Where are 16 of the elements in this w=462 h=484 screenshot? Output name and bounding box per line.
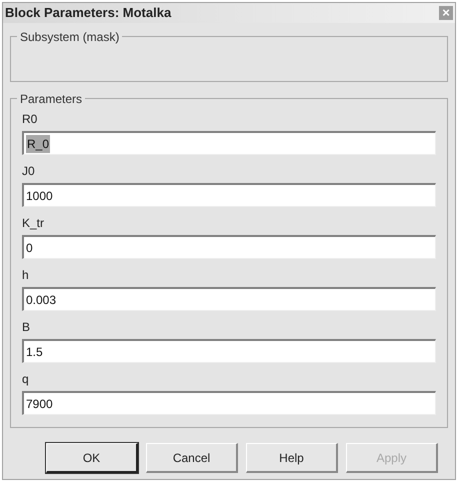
input-field[interactable]: 0 (22, 235, 436, 259)
input-field[interactable]: 0.003 (22, 287, 436, 311)
window-title: Block Parameters: Motalka (5, 4, 172, 22)
parameter-label: R0 (22, 111, 38, 128)
parameter-label: h (22, 267, 30, 284)
dialog-button[interactable]: Cancel (146, 443, 238, 473)
dialog-button[interactable]: Help (246, 443, 338, 473)
parameter-label: K_tr (22, 215, 46, 232)
input-field[interactable]: R_0 (22, 131, 436, 155)
input-field[interactable]: 1000 (22, 183, 436, 207)
input-field[interactable]: 1.5 (22, 339, 436, 363)
parameter-label: J0 (22, 163, 36, 180)
dialog-button[interactable]: OK (46, 443, 138, 473)
parameter-label: B (22, 319, 32, 336)
input-field[interactable]: 7900 (22, 391, 436, 415)
parameter-label: q (22, 371, 30, 388)
